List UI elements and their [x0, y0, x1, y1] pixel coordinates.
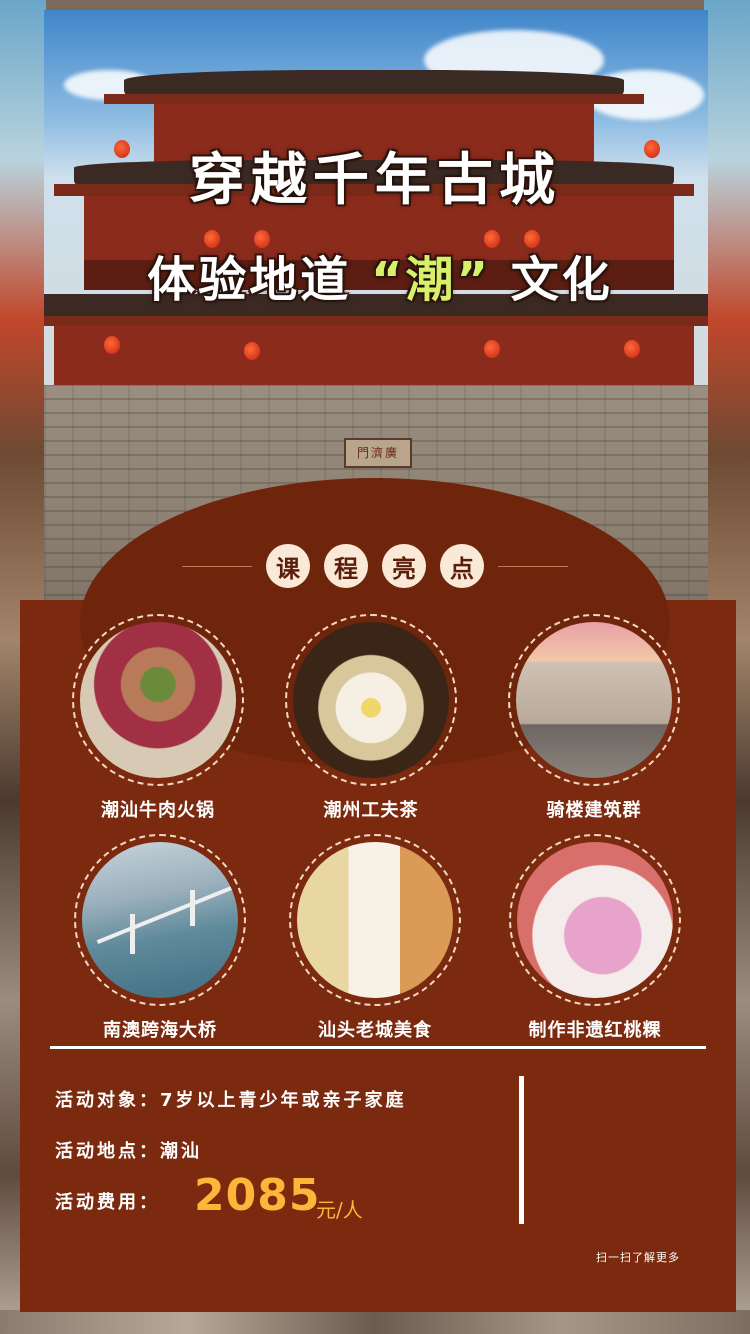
hero-title: 穿越千年古城	[189, 148, 561, 213]
activity-location: 活动地点：潮汕	[55, 1141, 202, 1162]
highlight-ring	[72, 614, 244, 786]
activity-audience: 活动对象：7岁以上青少年或亲子家庭	[55, 1090, 407, 1111]
highlight-item-arcade[interactable]: 骑楼建筑群	[499, 614, 689, 822]
highlight-item-tea[interactable]: 潮州工夫茶	[276, 614, 466, 822]
highlight-item-food[interactable]: 汕头老城美食	[280, 834, 470, 1042]
heading-char: 点	[440, 544, 484, 588]
highlight-label: 汕头老城美食	[318, 1020, 432, 1041]
heading-char: 亮	[382, 544, 426, 588]
highlight-label: 骑楼建筑群	[546, 800, 642, 821]
highlight-label: 潮汕牛肉火锅	[101, 800, 215, 821]
highlight-item-hotpot[interactable]: 潮汕牛肉火锅	[63, 614, 253, 822]
highlight-ring	[508, 614, 680, 786]
subtitle-suffix: 文化	[510, 252, 613, 308]
activity-fee-value: 2085	[194, 1170, 321, 1221]
activity-fee-unit: 元/人	[316, 1198, 363, 1222]
section-heading: 课 程 亮 点	[0, 544, 750, 588]
subtitle-highlight: “潮”	[370, 252, 492, 308]
hero-subtitle: 体验地道 “潮” 文化	[10, 240, 750, 310]
heading-line-right	[498, 565, 568, 567]
subtitle-prefix: 体验地道	[147, 252, 352, 308]
activity-fee-label: 活动费用：	[55, 1192, 160, 1213]
highlight-ring	[285, 614, 457, 786]
food-photo	[297, 842, 453, 998]
highlight-label: 潮州工夫茶	[323, 800, 419, 821]
highlight-label: 制作非遗红桃粿	[528, 1020, 662, 1041]
divider-line	[50, 1046, 706, 1049]
heading-char: 课	[266, 544, 310, 588]
arcade-photo	[516, 622, 672, 778]
highlight-ring	[74, 834, 246, 1006]
vertical-divider	[519, 1076, 524, 1224]
hotpot-photo	[80, 622, 236, 778]
gate-plaque: 門濟廣	[344, 438, 412, 468]
heading-char: 程	[324, 544, 368, 588]
heading-line-left	[182, 565, 252, 567]
highlight-ring	[509, 834, 681, 1006]
background-bottom-band	[0, 1310, 750, 1334]
highlight-label: 南澳跨海大桥	[103, 1020, 217, 1041]
bridge-photo	[82, 842, 238, 998]
highlight-item-bridge[interactable]: 南澳跨海大桥	[65, 834, 255, 1042]
tea-photo	[293, 622, 449, 778]
kueh-photo	[517, 842, 673, 998]
highlight-item-kueh[interactable]: 制作非遗红桃粿	[500, 834, 690, 1042]
highlight-ring	[289, 834, 461, 1006]
scan-prompt: 扫一扫了解更多	[596, 1251, 680, 1264]
